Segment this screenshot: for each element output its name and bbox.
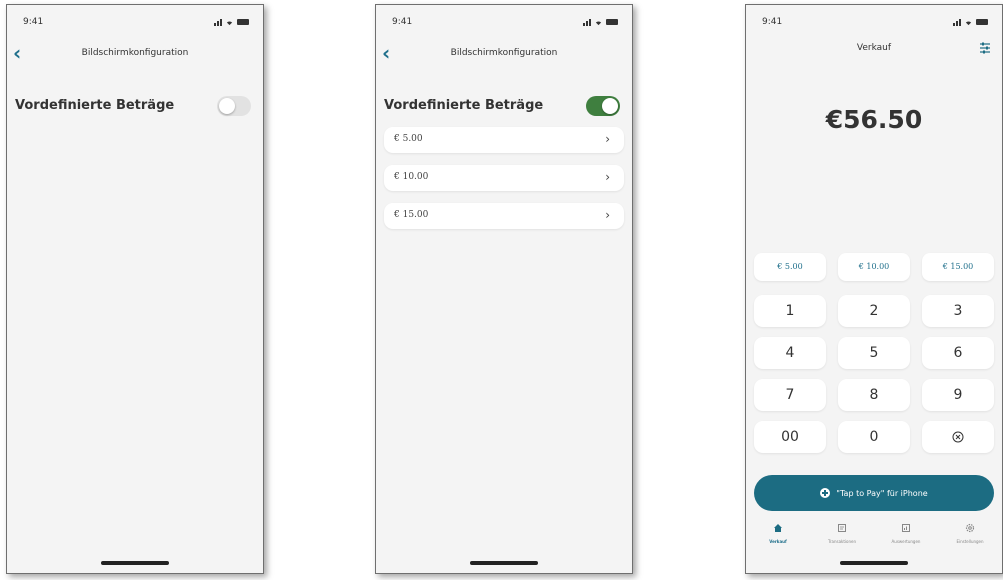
- amount-value: € 15.00: [394, 210, 429, 220]
- predefined-amounts-row: Vordefinierte Beträge: [15, 93, 255, 119]
- tab-label: Einstellungen: [956, 539, 984, 544]
- signal-icon: [583, 18, 591, 26]
- tab-label: Auswertungen: [891, 539, 921, 544]
- tab-label: Verkauf: [769, 539, 787, 544]
- nav-bar: ‹ Bildschirmkonfiguration: [376, 43, 632, 65]
- keypad: 1 2 3 4 5 6 7 8 9 00 0: [754, 295, 994, 463]
- wifi-icon: [595, 20, 602, 25]
- preset-amounts: € 5.00 € 10.00 € 15.00: [754, 253, 994, 281]
- toggle-knob: [219, 98, 235, 114]
- signal-icon: [953, 18, 961, 26]
- amount-value: € 5.00: [394, 134, 423, 144]
- phone-screen-config-on: 9:41 ‹ Bildschirmkonfiguration Vordefini…: [375, 4, 633, 574]
- preset-button[interactable]: € 5.00: [754, 253, 826, 281]
- page-title: Bildschirmkonfiguration: [450, 48, 558, 58]
- tab-einstellungen[interactable]: Einstellungen: [940, 521, 1000, 557]
- key-6[interactable]: 6: [922, 337, 994, 369]
- key-0[interactable]: 0: [838, 421, 910, 453]
- tab-bar: Verkauf Transaktionen Auswertungen Einst…: [746, 521, 1002, 557]
- predefined-amounts-toggle[interactable]: [217, 96, 251, 116]
- wifi-icon: [965, 20, 972, 25]
- home-icon: [774, 524, 782, 532]
- signal-icon: [214, 18, 222, 26]
- sliders-icon[interactable]: [978, 41, 992, 55]
- phone-screen-sale: 9:41 Verkauf €56.50 € 5.00 € 10.00 € 15.…: [745, 4, 1003, 574]
- amount-list: € 5.00 › € 10.00 › € 15.00 ›: [384, 127, 624, 241]
- toggle-knob: [602, 98, 618, 114]
- backspace-icon: [952, 431, 964, 443]
- home-indicator: [840, 561, 908, 565]
- chevron-right-icon: ›: [605, 132, 610, 146]
- home-indicator: [101, 561, 169, 565]
- amount-value: € 10.00: [394, 172, 429, 182]
- battery-icon: [606, 19, 618, 25]
- gear-icon: [965, 523, 975, 533]
- key-7[interactable]: 7: [754, 379, 826, 411]
- status-bar: 9:41: [376, 17, 632, 31]
- amount-item[interactable]: € 15.00 ›: [384, 203, 624, 229]
- status-bar: 9:41: [7, 17, 263, 31]
- page-title: Verkauf: [856, 43, 892, 53]
- predefined-amounts-toggle[interactable]: [586, 96, 620, 116]
- predefined-amounts-label: Vordefinierte Beträge: [15, 98, 175, 113]
- predefined-amounts-row: Vordefinierte Beträge: [384, 93, 624, 119]
- wifi-icon: [226, 20, 233, 25]
- tab-transaktionen[interactable]: Transaktionen: [812, 521, 872, 557]
- status-time: 9:41: [23, 17, 44, 27]
- preset-button[interactable]: € 15.00: [922, 253, 994, 281]
- key-4[interactable]: 4: [754, 337, 826, 369]
- status-time: 9:41: [392, 17, 413, 27]
- chevron-right-icon: ›: [605, 170, 610, 184]
- key-8[interactable]: 8: [838, 379, 910, 411]
- home-indicator: [470, 561, 538, 565]
- preset-button[interactable]: € 10.00: [838, 253, 910, 281]
- amount-item[interactable]: € 10.00 ›: [384, 165, 624, 191]
- key-9[interactable]: 9: [922, 379, 994, 411]
- backspace-key[interactable]: [922, 421, 994, 453]
- key-3[interactable]: 3: [922, 295, 994, 327]
- chevron-right-icon: ›: [605, 208, 610, 222]
- phone-screen-config-off: 9:41 ‹ Bildschirmkonfiguration Vordefini…: [6, 4, 264, 574]
- amount-item[interactable]: € 5.00 ›: [384, 127, 624, 153]
- page-title: Bildschirmkonfiguration: [81, 48, 189, 58]
- plus-circle-icon: [820, 488, 831, 498]
- receipt-icon: [838, 524, 846, 532]
- status-bar: 9:41: [746, 17, 1002, 31]
- tab-verkauf[interactable]: Verkauf: [748, 521, 808, 557]
- key-2[interactable]: 2: [838, 295, 910, 327]
- key-1[interactable]: 1: [754, 295, 826, 327]
- nav-bar: ‹ Bildschirmkonfiguration: [7, 43, 263, 65]
- chart-icon: [902, 524, 910, 532]
- tab-label: Transaktionen: [828, 539, 856, 544]
- battery-icon: [976, 19, 988, 25]
- tap-to-pay-button[interactable]: "Tap to Pay" für iPhone: [754, 475, 994, 511]
- tap-to-pay-label: "Tap to Pay" für iPhone: [836, 488, 928, 498]
- status-time: 9:41: [762, 17, 783, 27]
- key-00[interactable]: 00: [754, 421, 826, 453]
- predefined-amounts-label: Vordefinierte Beträge: [384, 98, 544, 113]
- tab-auswertungen[interactable]: Auswertungen: [876, 521, 936, 557]
- key-5[interactable]: 5: [838, 337, 910, 369]
- battery-icon: [237, 19, 249, 25]
- sale-total: €56.50: [825, 105, 923, 134]
